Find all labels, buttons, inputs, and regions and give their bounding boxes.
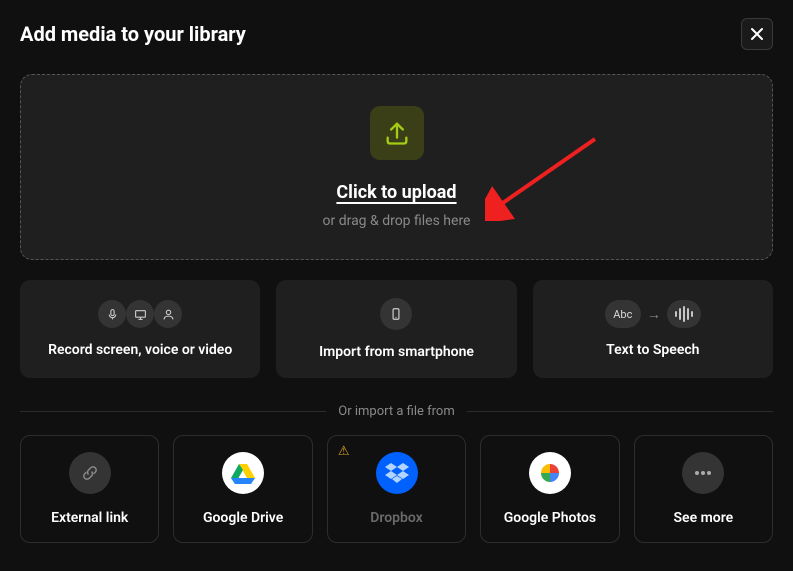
upload-title: Click to upload: [336, 182, 456, 203]
dropbox-label: Dropbox: [370, 510, 423, 526]
google-photos-icon: [529, 452, 571, 494]
tts-option[interactable]: Abc → Text to Speech: [533, 280, 773, 378]
google-photos-label: Google Photos: [504, 510, 596, 526]
waveform-icon: [667, 300, 701, 328]
record-option[interactable]: Record screen, voice or video: [20, 280, 260, 378]
abc-icon: Abc: [605, 300, 641, 328]
arrow-right-icon: →: [647, 306, 661, 323]
warning-icon: ⚠: [338, 444, 350, 459]
divider-text: Or import a file from: [338, 404, 454, 419]
dropbox-provider[interactable]: ⚠ Dropbox: [327, 435, 466, 543]
person-icon: [154, 300, 182, 328]
external-link-label: External link: [51, 510, 128, 526]
smartphone-option[interactable]: Import from smartphone: [276, 280, 516, 378]
google-photos-provider[interactable]: Google Photos: [480, 435, 619, 543]
divider: Or import a file from: [20, 404, 773, 419]
microphone-icon: [98, 300, 126, 328]
upload-dropzone[interactable]: Click to upload or drag & drop files her…: [20, 74, 773, 260]
close-icon: [750, 27, 764, 41]
smartphone-icon: [380, 298, 412, 330]
dropbox-icon: [376, 452, 418, 494]
modal-title: Add media to your library: [20, 22, 246, 46]
link-icon: [69, 452, 111, 494]
annotation-arrow: [485, 131, 605, 221]
screen-icon: [126, 300, 154, 328]
tts-label: Text to Speech: [606, 342, 699, 358]
external-link-provider[interactable]: External link: [20, 435, 159, 543]
more-icon: [682, 452, 724, 494]
see-more-label: See more: [674, 510, 734, 526]
google-drive-label: Google Drive: [203, 510, 283, 526]
see-more-provider[interactable]: See more: [634, 435, 773, 543]
google-drive-icon: [222, 452, 264, 494]
upload-subtitle: or drag & drop files here: [323, 213, 471, 229]
smartphone-label: Import from smartphone: [319, 344, 474, 360]
google-drive-provider[interactable]: Google Drive: [173, 435, 312, 543]
upload-icon: [370, 106, 424, 160]
record-label: Record screen, voice or video: [48, 342, 232, 358]
close-button[interactable]: [741, 18, 773, 50]
